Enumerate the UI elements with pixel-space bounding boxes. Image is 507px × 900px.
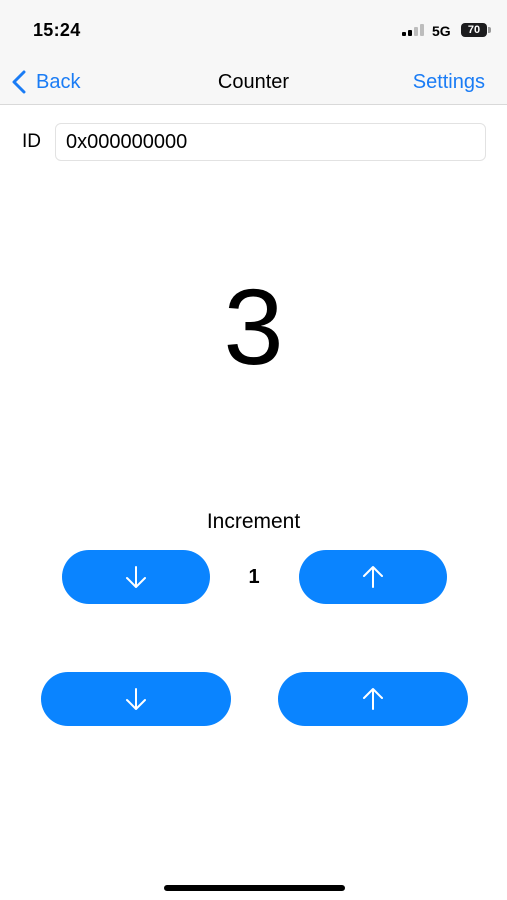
increment-counter-button[interactable] [278, 672, 468, 726]
status-time: 15:24 [33, 20, 81, 40]
arrow-up-icon [363, 688, 383, 710]
arrow-down-icon [126, 688, 146, 710]
battery-tip [488, 27, 491, 33]
increment-label: Increment [206, 510, 301, 533]
id-field[interactable] [55, 123, 486, 161]
id-label: ID [22, 131, 41, 152]
network-type: 5G [432, 23, 451, 39]
increase-increment-button[interactable] [299, 550, 447, 604]
battery-icon: 70 [461, 23, 487, 37]
decrement-counter-button[interactable] [41, 672, 231, 726]
settings-button[interactable]: Settings [413, 71, 485, 94]
decrease-increment-button[interactable] [62, 550, 210, 604]
status-bar: 15:24 5G 70 [0, 0, 507, 58]
navigation-bar: Back Counter Settings [0, 58, 507, 105]
increment-value: 1 [248, 566, 260, 588]
arrow-down-icon [126, 566, 146, 588]
counter-screen: 15:24 5G 70 Back Counter Settings ID 3 I… [0, 0, 507, 900]
battery-level: 70 [467, 24, 481, 36]
signal-strength-icon [402, 24, 426, 36]
arrow-up-icon [363, 566, 383, 588]
home-indicator[interactable] [164, 885, 345, 891]
counter-value: 3 [223, 266, 284, 387]
